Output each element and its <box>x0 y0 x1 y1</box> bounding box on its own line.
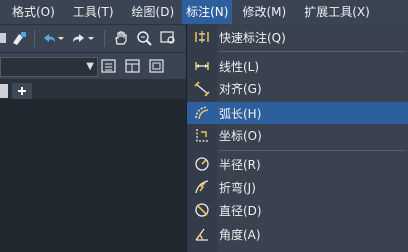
table-style-icon[interactable] <box>124 57 142 73</box>
menu-item-quick-dimension[interactable]: 快速标注(Q) <box>187 26 408 48</box>
pan-hand-icon[interactable] <box>112 30 130 46</box>
menu-item-ordinate[interactable]: 坐标(O) <box>187 124 408 146</box>
menu-item-arc-length[interactable]: 弧长(H) <box>187 102 408 124</box>
undo-dropdown-icon[interactable] <box>56 30 66 46</box>
menu-separator <box>219 51 405 52</box>
zoom-realtime-icon[interactable] <box>136 30 154 46</box>
zoom-window-icon[interactable] <box>160 30 178 46</box>
menu-tools[interactable]: 工具(T) <box>69 0 118 24</box>
menu-item-label: 快速标注(Q) <box>219 30 286 45</box>
menu-item-label: 直径(D) <box>219 203 262 218</box>
menu-item-label: 半径(R) <box>219 157 261 172</box>
menu-item-diameter[interactable]: 直径(D) <box>187 199 408 221</box>
toolbar-styles: ▼ <box>0 52 186 79</box>
toolbar-standard <box>0 24 186 52</box>
menu-draw[interactable]: 绘图(D) <box>128 0 179 24</box>
menu-item-label: 折弯(J) <box>219 180 256 195</box>
menu-express-tools[interactable]: 扩展工具(X) <box>300 0 374 24</box>
menu-format[interactable]: 格式(O) <box>8 0 59 24</box>
dimension-menu: 快速标注(Q) 线性(L) 对齐(G) 弧长(H) 坐标(O) 半径(R) 折弯… <box>186 24 408 252</box>
menu-dimension[interactable]: 标注(N) <box>182 0 233 24</box>
arc-length-icon <box>187 102 217 124</box>
menu-item-label: 坐标(O) <box>219 128 262 143</box>
angular-dimension-icon <box>187 223 217 245</box>
chevron-down-icon: ▼ <box>86 61 94 72</box>
menu-item-label: 角度(A) <box>219 227 261 242</box>
drawing-area[interactable] <box>0 79 186 252</box>
menu-item-jogged[interactable]: 折弯(J) <box>187 176 408 198</box>
multileader-style-icon[interactable] <box>148 57 166 73</box>
jogged-dimension-icon <box>187 176 217 198</box>
text-style-icon[interactable] <box>100 57 118 73</box>
menu-item-label: 线性(L) <box>219 59 260 74</box>
match-properties-icon[interactable] <box>10 30 28 46</box>
menu-separator <box>219 150 405 151</box>
diameter-dimension-icon <box>187 199 217 221</box>
aligned-dimension-icon <box>187 77 217 99</box>
document-tab[interactable] <box>0 84 8 98</box>
menu-bar: 格式(O) 工具(T) 绘图(D) 标注(N) 修改(M) 扩展工具(X) <box>0 0 408 24</box>
menu-item-label: 对齐(G) <box>219 81 262 96</box>
menu-item-aligned[interactable]: 对齐(G) <box>187 77 408 99</box>
menu-item-linear[interactable]: 线性(L) <box>187 55 408 77</box>
menu-modify[interactable]: 修改(M) <box>238 0 290 24</box>
redo-dropdown-icon[interactable] <box>86 30 96 46</box>
menu-item-label: 弧长(H) <box>219 106 262 121</box>
ordinate-dimension-icon <box>187 124 217 146</box>
menu-item-angular[interactable]: 角度(A) <box>187 223 408 245</box>
menu-item-radius[interactable]: 半径(R) <box>187 153 408 175</box>
radius-dimension-icon <box>187 153 217 175</box>
document-tab-strip <box>0 79 186 99</box>
style-combo[interactable]: ▼ <box>0 57 98 77</box>
linear-dimension-icon <box>187 55 217 77</box>
quick-dimension-icon <box>187 26 217 48</box>
new-tab-button[interactable] <box>12 83 32 99</box>
